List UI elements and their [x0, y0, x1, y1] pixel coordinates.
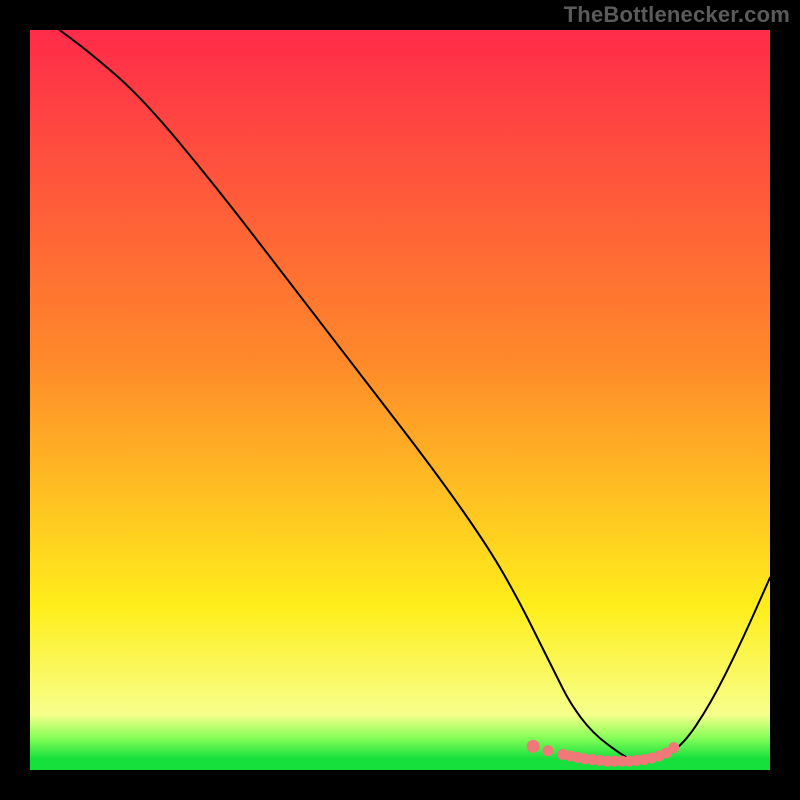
- watermark-text: TheBottlenecker.com: [564, 2, 790, 28]
- chart-canvas: [0, 0, 800, 800]
- chart-frame: TheBottlenecker.com: [0, 0, 800, 800]
- plot-background: [30, 30, 770, 770]
- optimal-point: [543, 746, 553, 756]
- optimal-point: [527, 740, 539, 752]
- optimal-point: [669, 743, 679, 753]
